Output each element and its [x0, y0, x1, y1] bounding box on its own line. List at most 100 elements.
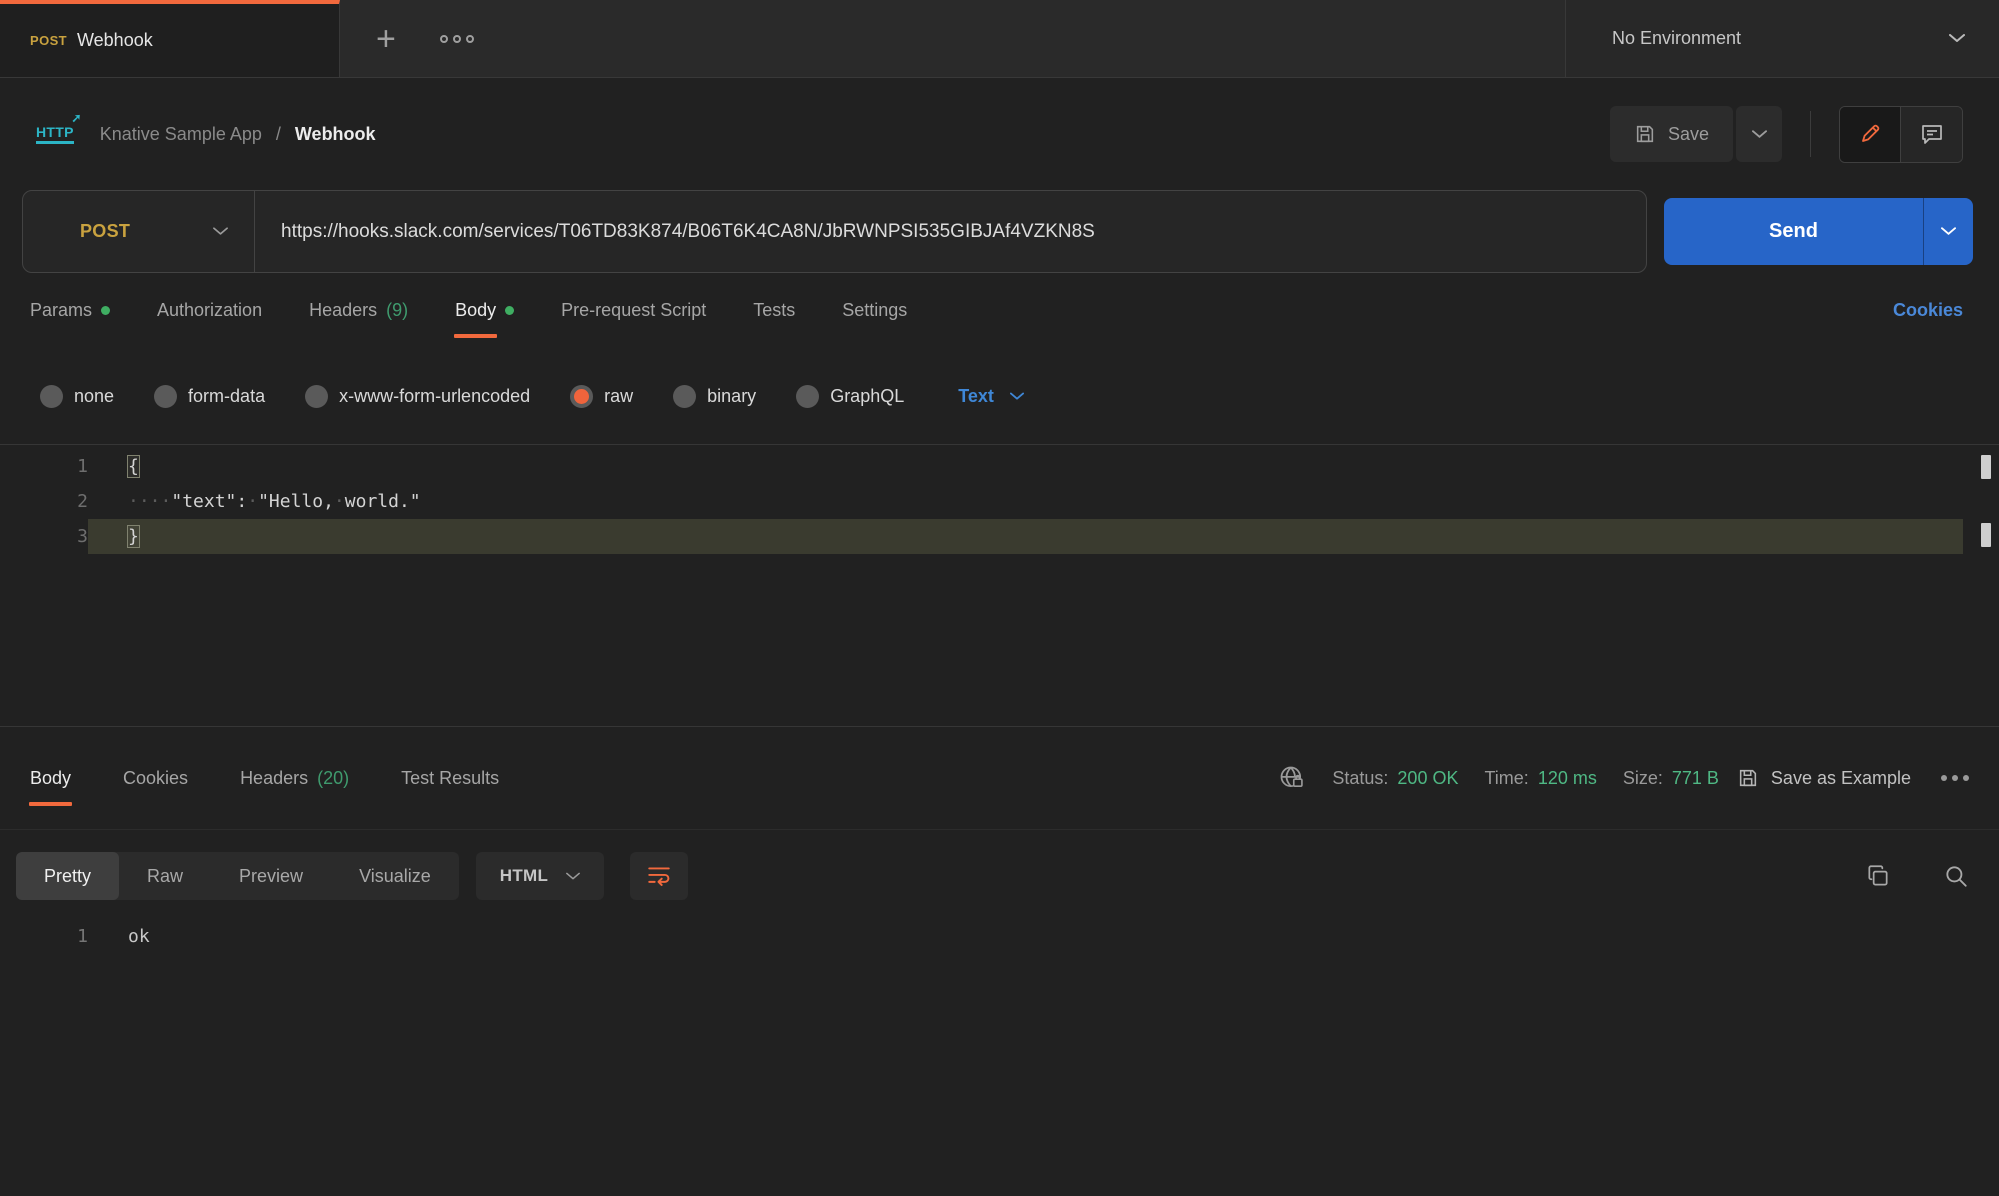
view-tab-preview[interactable]: Preview [211, 852, 331, 900]
body-type-form-data[interactable]: form-data [154, 385, 265, 408]
environment-value: No Environment [1612, 28, 1741, 49]
breadcrumb-collection[interactable]: Knative Sample App [100, 124, 262, 145]
save-as-example-button[interactable]: Save as Example [1737, 767, 1911, 789]
response-format-value: HTML [500, 866, 548, 886]
body-type-label: form-data [188, 386, 265, 407]
body-type-raw[interactable]: raw [570, 385, 633, 408]
chevron-down-icon [1949, 34, 1965, 43]
radio-icon [673, 385, 696, 408]
response-tab-test-results[interactable]: Test Results [401, 768, 499, 789]
response-size: Size:771 B [1623, 768, 1719, 789]
response-tab-label: Cookies [123, 768, 188, 789]
body-type-label: none [74, 386, 114, 407]
method-selector[interactable]: POST [23, 191, 255, 272]
whitespace-dots: ···· [128, 491, 171, 512]
editor-line[interactable]: 2····"text":·"Hello,·world." [0, 484, 1999, 519]
body-type-x-www-form-urlencoded[interactable]: x-www-form-urlencoded [305, 385, 530, 408]
network-icon[interactable] [1278, 764, 1306, 792]
body-type-none[interactable]: none [40, 385, 114, 408]
view-tab-visualize[interactable]: Visualize [331, 852, 459, 900]
url-bar: POST https://hooks.slack.com/services/T0… [22, 190, 1647, 273]
request-tab-label: Authorization [157, 300, 262, 321]
response-view-tabs: PrettyRawPreviewVisualize [16, 852, 459, 900]
save-button-label: Save [1668, 124, 1709, 145]
response-toolbar: PrettyRawPreviewVisualize HTML [16, 852, 1969, 900]
request-tab-label: Body [455, 300, 496, 321]
request-tab-webhook[interactable]: POST Webhook [0, 0, 340, 77]
view-tab-pretty[interactable]: Pretty [16, 852, 119, 900]
more-tabs-icon[interactable] [440, 35, 474, 43]
request-tab-params[interactable]: Params [30, 300, 110, 321]
request-body-editor[interactable]: 1{2····"text":·"Hello,·world."3} [0, 444, 1999, 727]
request-tab-settings[interactable]: Settings [842, 300, 907, 321]
environment-selector[interactable]: No Environment [1565, 0, 1999, 77]
meta-label: Time: [1484, 768, 1528, 789]
response-tabs: Body Cookies Headers(20) Test Results [30, 768, 551, 789]
search-response-icon[interactable] [1943, 863, 1969, 889]
save-options-chevron[interactable] [1736, 106, 1782, 162]
request-tab-headers[interactable]: Headers(9) [309, 300, 408, 321]
send-options-chevron[interactable] [1923, 198, 1973, 265]
request-tab-pre-request-script[interactable]: Pre-request Script [561, 300, 706, 321]
meta-label: Status: [1332, 768, 1388, 789]
editor-line[interactable]: 3} [0, 519, 1999, 554]
tab-count-badge: (20) [317, 768, 349, 789]
request-tab-label: Params [30, 300, 92, 321]
response-more-icon[interactable] [1941, 775, 1969, 781]
request-tab-authorization[interactable]: Authorization [157, 300, 262, 321]
body-type-label: raw [604, 386, 633, 407]
comment-button[interactable] [1901, 107, 1962, 162]
new-tab-icon[interactable]: + [376, 22, 396, 56]
response-header: Body Cookies Headers(20) Test Results Statu… [0, 727, 1999, 830]
breadcrumb-request-name[interactable]: Webhook [295, 124, 376, 145]
send-button-label[interactable]: Send [1664, 198, 1923, 265]
request-tab-tests[interactable]: Tests [753, 300, 795, 321]
request-tab-label: Headers [309, 300, 377, 321]
tab-method-badge: POST [30, 33, 67, 48]
body-type-graphql[interactable]: GraphQL [796, 385, 904, 408]
body-type-label: binary [707, 386, 756, 407]
copy-response-icon[interactable] [1865, 863, 1891, 889]
response-format-selector[interactable]: HTML [476, 852, 604, 900]
line-code: } [88, 519, 1963, 554]
green-dot-indicator [101, 306, 110, 315]
request-tab-body[interactable]: Body [455, 300, 514, 321]
language-value: Text [958, 386, 994, 407]
send-button[interactable]: Send [1664, 198, 1973, 265]
response-tab-headers[interactable]: Headers(20) [240, 768, 349, 789]
response-meta: Status:200 OKTime:120 msSize:771 B [1332, 768, 1719, 789]
edit-mode-button[interactable] [1840, 107, 1901, 162]
body-type-label: x-www-form-urlencoded [339, 386, 530, 407]
line-code: ok [88, 918, 1999, 956]
response-body[interactable]: 1ok [0, 900, 1999, 956]
tab-strip: + [340, 0, 1565, 77]
radio-icon [796, 385, 819, 408]
wrap-lines-button[interactable] [630, 852, 688, 900]
line-number: 3 [0, 519, 88, 554]
postman-window: POST Webhook + No Environment HTTP Knati… [0, 0, 1999, 1196]
language-selector[interactable]: Text [958, 386, 1024, 407]
body-type-label: GraphQL [830, 386, 904, 407]
request-header: HTTP Knative Sample App / Webhook Save [0, 78, 1999, 190]
url-input[interactable]: https://hooks.slack.com/services/T06TD83… [255, 191, 1646, 272]
scrollbar-mark [1981, 455, 1991, 479]
editor-lines: 1{2····"text":·"Hello,·world."3} [0, 449, 1999, 554]
cookies-link[interactable]: Cookies [1893, 300, 1963, 321]
http-request-icon: HTTP [36, 124, 74, 144]
response-tab-cookies[interactable]: Cookies [123, 768, 188, 789]
green-dot-indicator [505, 306, 514, 315]
body-type-binary[interactable]: binary [673, 385, 756, 408]
response-time: Time:120 ms [1484, 768, 1596, 789]
save-button[interactable]: Save [1610, 106, 1733, 162]
editor-line[interactable]: 1{ [0, 449, 1999, 484]
bracket-match: { [128, 456, 139, 477]
body-type-options: none form-data x-www-form-urlencoded raw bin… [0, 348, 1999, 444]
line-number: 1 [0, 918, 88, 956]
response-tab-body[interactable]: Body [30, 768, 71, 789]
view-tab-raw[interactable]: Raw [119, 852, 211, 900]
method-value: POST [80, 221, 130, 242]
breadcrumb-separator: / [276, 124, 281, 145]
editor-scrollbar[interactable] [1979, 445, 1995, 726]
url-row: POST https://hooks.slack.com/services/T0… [0, 190, 1999, 273]
line-code: ····"text":·"Hello,·world." [88, 484, 1999, 519]
